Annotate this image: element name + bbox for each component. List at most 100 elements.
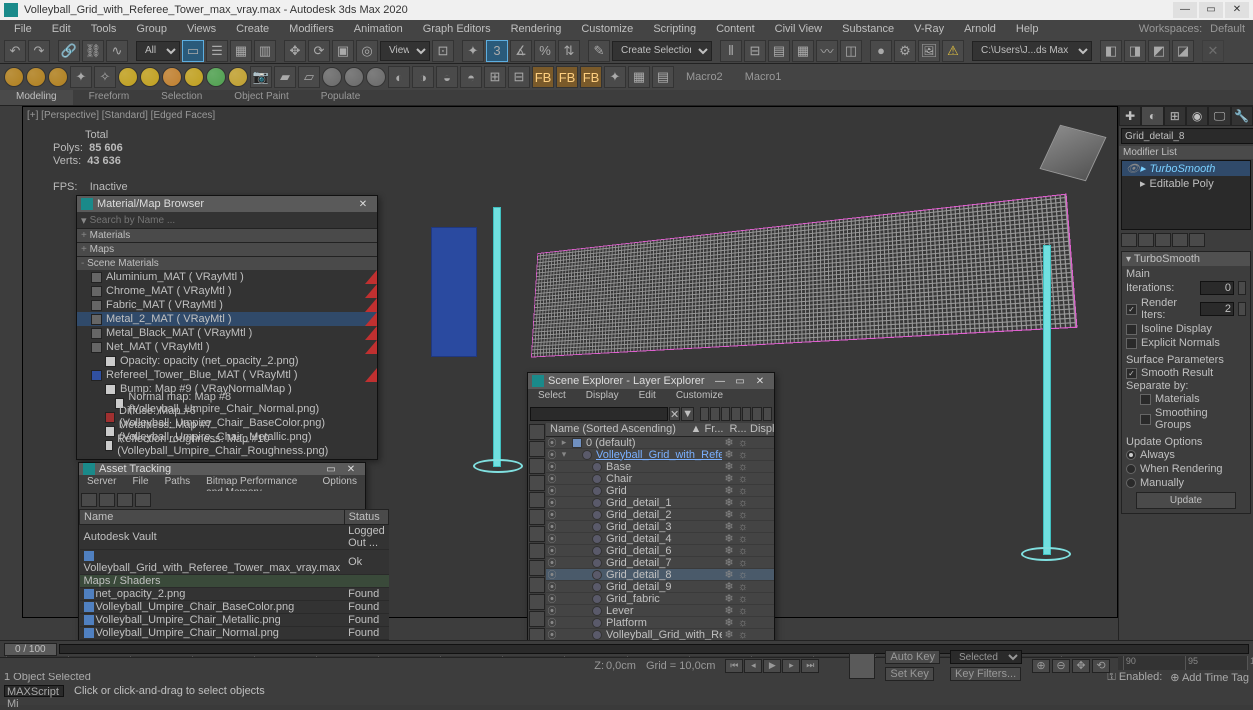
- render-frame-button[interactable]: 🖼: [918, 40, 940, 62]
- selection-filter[interactable]: All: [136, 41, 180, 61]
- ribbon-tab-freeform[interactable]: Freeform: [73, 90, 146, 105]
- scene-tb-7[interactable]: [763, 407, 772, 421]
- sphere-grey-2[interactable]: [344, 67, 364, 87]
- vray-button-2[interactable]: ◨: [1124, 40, 1146, 62]
- material-browser-close[interactable]: ✕: [353, 199, 373, 210]
- scene-menu-edit[interactable]: Edit: [629, 389, 666, 405]
- material-editor-button[interactable]: ●: [870, 40, 892, 62]
- scene-row[interactable]: ⦿Grid_detail_6❄☼: [546, 545, 774, 557]
- smooth-result-check[interactable]: ✓: [1126, 368, 1137, 379]
- scene-col-render[interactable]: R...: [726, 423, 750, 436]
- iterations-spinner[interactable]: 0: [1200, 281, 1234, 295]
- asset-tool-1[interactable]: [81, 493, 97, 507]
- render-icon[interactable]: ☼: [736, 533, 750, 545]
- utilities-tab[interactable]: 🔧: [1231, 106, 1253, 126]
- asset-col-name[interactable]: Name: [80, 510, 345, 525]
- render-icon[interactable]: ☼: [736, 449, 750, 461]
- misc-tool-9[interactable]: ▤: [652, 66, 674, 88]
- menu-content[interactable]: Content: [706, 21, 765, 37]
- render-tool-1[interactable]: ▰: [274, 66, 296, 88]
- set-key-button[interactable]: Set Key: [885, 667, 934, 681]
- misc-tool-6[interactable]: ⊟: [508, 66, 530, 88]
- sep-sg-check[interactable]: [1140, 414, 1151, 425]
- light-sphere-5[interactable]: [206, 67, 226, 87]
- nav-tool-4[interactable]: ⟲: [1092, 659, 1110, 673]
- asset-col-status[interactable]: Status: [344, 510, 389, 525]
- menu-edit[interactable]: Edit: [42, 21, 81, 37]
- menu-arnold[interactable]: Arnold: [954, 21, 1006, 37]
- play-button[interactable]: ▶: [763, 659, 781, 673]
- menu-group[interactable]: Group: [126, 21, 177, 37]
- asset-tool-4[interactable]: [135, 493, 151, 507]
- asset-row[interactable]: Volleyball_Umpire_Chair_BaseColor.pngFou…: [80, 601, 389, 614]
- scene-menu-customize[interactable]: Customize: [666, 389, 733, 405]
- misc-tool-7[interactable]: ✦: [604, 66, 626, 88]
- scene-row[interactable]: ⦿Grid_detail_4❄☼: [546, 533, 774, 545]
- update-always-radio[interactable]: [1126, 450, 1136, 460]
- filter-light[interactable]: [529, 458, 545, 474]
- scene-row[interactable]: ⦿Platform❄☼: [546, 617, 774, 629]
- menu-views[interactable]: Views: [177, 21, 226, 37]
- material-row[interactable]: Aluminium_MAT ( VRayMtl ): [77, 270, 377, 284]
- ribbon-tab-modeling[interactable]: Modeling: [0, 90, 73, 105]
- hierarchy-tab[interactable]: ⊞: [1164, 106, 1186, 126]
- misc-tool-3[interactable]: ◒: [436, 66, 458, 88]
- material-row[interactable]: Metal_Black_MAT ( VRayMtl ): [77, 326, 377, 340]
- fb-button-2[interactable]: FB: [556, 66, 578, 88]
- fb-button-1[interactable]: FB: [532, 66, 554, 88]
- vray-button-4[interactable]: ◪: [1172, 40, 1194, 62]
- scene-row[interactable]: ⦿Grid_detail_7❄☼: [546, 557, 774, 569]
- snap-toggle[interactable]: 3: [486, 40, 508, 62]
- light-sphere-1[interactable]: [118, 67, 138, 87]
- scene-row[interactable]: ⦿Grid_detail_8❄☼: [546, 569, 774, 581]
- rotate-button[interactable]: ⟳: [308, 40, 330, 62]
- menu-help[interactable]: Help: [1006, 21, 1049, 37]
- render-icon[interactable]: ☼: [736, 617, 750, 629]
- render-icon[interactable]: ☼: [736, 557, 750, 569]
- key-filters-button[interactable]: Key Filters...: [950, 667, 1021, 681]
- percent-snap-button[interactable]: %: [534, 40, 556, 62]
- scene-row[interactable]: ⦿Base❄☼: [546, 461, 774, 473]
- remove-modifier-button[interactable]: [1172, 233, 1188, 247]
- render-iters-spinner[interactable]: 2: [1200, 302, 1234, 316]
- scene-explorer-header[interactable]: Scene Explorer - Layer Explorer — ▭ ✕: [528, 373, 774, 389]
- fb-button-3[interactable]: FB: [580, 66, 602, 88]
- light-sphere-2[interactable]: [140, 67, 160, 87]
- vray-button-3[interactable]: ◩: [1148, 40, 1170, 62]
- ribbon-tab-selection[interactable]: Selection: [145, 90, 218, 105]
- pin-stack-button[interactable]: [1121, 233, 1137, 247]
- update-button[interactable]: Update: [1136, 492, 1236, 509]
- sep-materials-check[interactable]: [1140, 394, 1151, 405]
- angle-snap-button[interactable]: ∡: [510, 40, 532, 62]
- misc-tool-1[interactable]: ◐: [388, 66, 410, 88]
- explicit-check[interactable]: [1126, 338, 1137, 349]
- scene-col-name[interactable]: Name (Sorted Ascending): [546, 423, 690, 436]
- menu-file[interactable]: File: [4, 21, 42, 37]
- menu-civil-view[interactable]: Civil View: [765, 21, 832, 37]
- scene-tb-6[interactable]: [752, 407, 761, 421]
- asset-menu-file[interactable]: File: [124, 475, 156, 491]
- scene-row[interactable]: ⦿▸0 (default)❄☼: [546, 437, 774, 449]
- light-sphere-3[interactable]: [162, 67, 182, 87]
- misc-tool-5[interactable]: ⊞: [484, 66, 506, 88]
- nav-tool-3[interactable]: ✥: [1072, 659, 1090, 673]
- asset-row[interactable]: Volleyball_Umpire_Chair_Metallic.pngFoun…: [80, 614, 389, 627]
- render-icon[interactable]: ☼: [736, 581, 750, 593]
- render-icon[interactable]: ☼: [736, 497, 750, 509]
- scene-col-frozen[interactable]: Fr...: [702, 423, 726, 436]
- goto-end-button[interactable]: ⏭: [801, 659, 819, 673]
- menu-v-ray[interactable]: V-Ray: [904, 21, 954, 37]
- menu-tools[interactable]: Tools: [81, 21, 127, 37]
- scene-row[interactable]: ⦿Grid_detail_1❄☼: [546, 497, 774, 509]
- material-sphere-2[interactable]: [26, 67, 46, 87]
- modifier-stack[interactable]: 👁▸TurboSmooth ▸Editable Poly: [1121, 160, 1251, 230]
- rollout-header[interactable]: ▾ TurboSmooth: [1122, 252, 1250, 266]
- scale-button[interactable]: ▣: [332, 40, 354, 62]
- render-setup-button[interactable]: ⚙: [894, 40, 916, 62]
- ribbon-tab-populate[interactable]: Populate: [305, 90, 376, 105]
- material-row[interactable]: Chrome_MAT ( VRayMtl ): [77, 284, 377, 298]
- viewport-label[interactable]: [+] [Perspective] [Standard] [Edged Face…: [27, 110, 215, 121]
- render-icon[interactable]: ☼: [736, 569, 750, 581]
- scene-tb-2[interactable]: [710, 407, 719, 421]
- create-tab[interactable]: ✚: [1119, 106, 1141, 126]
